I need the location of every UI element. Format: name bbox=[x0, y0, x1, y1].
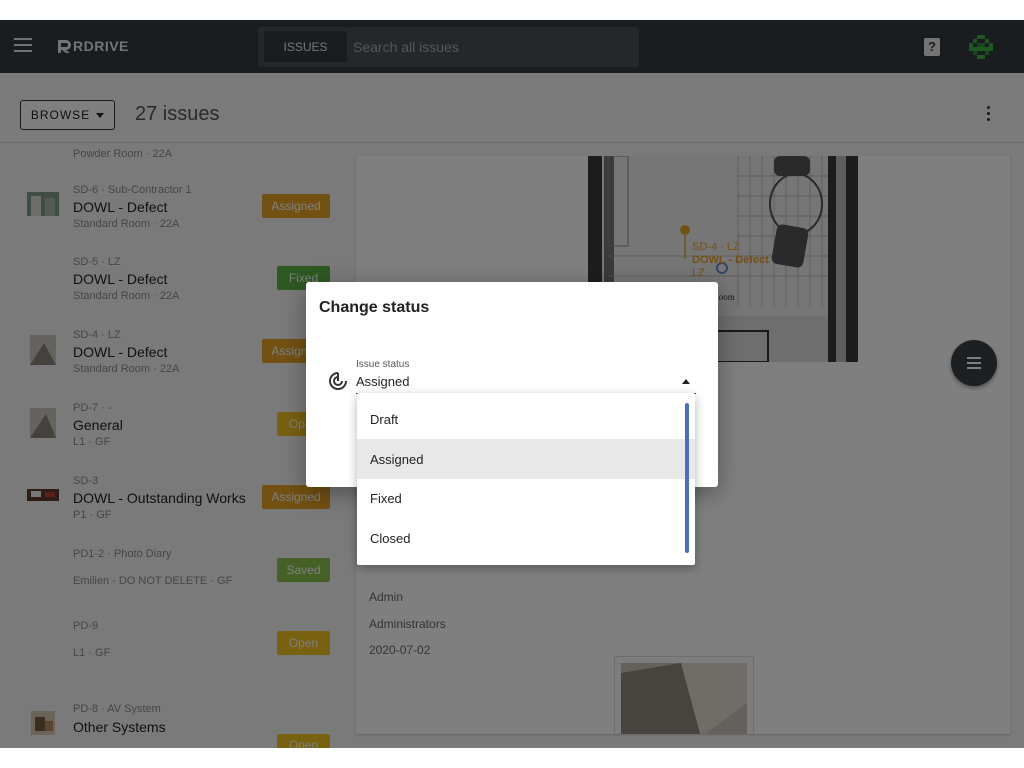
caret-up-icon bbox=[682, 379, 690, 384]
issue-status-select[interactable]: Assigned bbox=[356, 374, 696, 394]
dialog-title: Change status bbox=[319, 299, 430, 316]
option-draft[interactable]: Draft bbox=[357, 399, 695, 439]
issue-status-value: Assigned bbox=[356, 374, 410, 389]
status-options-menu: Draft Assigned Fixed Closed bbox=[357, 393, 695, 565]
option-assigned[interactable]: Assigned bbox=[357, 439, 695, 479]
app-root: RDRIVE ISSUES ? BROWSE 27 issues bbox=[0, 20, 1024, 748]
issue-status-label: Issue status bbox=[356, 359, 410, 370]
option-closed[interactable]: Closed bbox=[357, 518, 695, 558]
option-fixed[interactable]: Fixed bbox=[357, 478, 695, 518]
status-dial-icon bbox=[329, 372, 347, 390]
menu-scrollbar[interactable] bbox=[685, 403, 689, 553]
